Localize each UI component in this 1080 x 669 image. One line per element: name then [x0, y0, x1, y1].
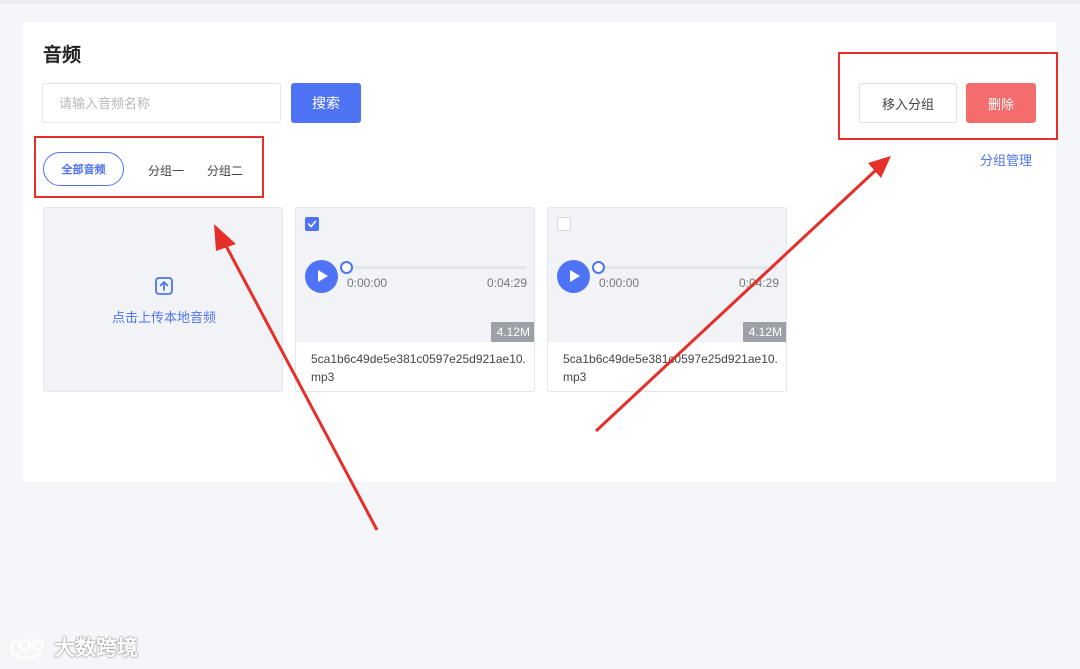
progress-knob[interactable] [592, 261, 605, 274]
top-bar [0, 0, 1080, 4]
tab-group-two[interactable]: 分组二 [207, 162, 243, 179]
file-name: 5ca1b6c49de5e381c0597e25d921ae10.mp3 [563, 352, 778, 384]
check-icon [307, 220, 317, 228]
audio-card[interactable]: 0:00:00 0:04:29 4.12M 5ca1b6c49de5e381c0… [547, 207, 787, 392]
progress-track[interactable] [346, 266, 526, 269]
tab-all-audio[interactable]: 全部音频 [43, 152, 124, 186]
upload-label: 点击上传本地音频 [111, 310, 216, 325]
current-time: 0:00:00 [347, 276, 388, 290]
current-time: 0:00:00 [599, 276, 640, 290]
group-manage-link[interactable]: 分组管理 [980, 150, 1032, 169]
file-name: 5ca1b6c49de5e381c0597e25d921ae10.mp3 [311, 352, 526, 384]
audio-card[interactable]: 0:00:00 0:04:29 4.12M 5ca1b6c49de5e381c0… [295, 207, 535, 392]
search-button[interactable]: 搜索 [291, 83, 361, 123]
audio-checkbox[interactable] [557, 217, 571, 231]
upload-icon [155, 277, 173, 295]
duration: 0:04:29 [738, 276, 779, 290]
play-button[interactable] [305, 260, 338, 293]
progress-track[interactable] [598, 266, 778, 269]
page-title: 音频 [43, 45, 82, 66]
play-button[interactable] [557, 260, 590, 293]
upload-card[interactable]: 点击上传本地音频 [43, 207, 283, 392]
watermark: 大数跨境 [8, 632, 138, 662]
audio-player: 0:00:00 0:04:29 4.12M [296, 208, 534, 342]
tab-group-one[interactable]: 分组一 [148, 162, 184, 179]
watermark-logo-icon [10, 638, 45, 660]
file-size-badge: 4.12M [490, 322, 534, 342]
file-size-badge: 4.12M [742, 322, 786, 342]
audio-checkbox[interactable] [305, 217, 319, 231]
search-input[interactable] [42, 83, 281, 123]
audio-player: 0:00:00 0:04:29 4.12M [548, 208, 786, 342]
watermark-text: 大数跨境 [54, 637, 138, 660]
progress-knob[interactable] [340, 261, 353, 274]
delete-button[interactable]: 删除 [966, 83, 1036, 123]
move-to-group-button[interactable]: 移入分组 [859, 83, 957, 123]
duration: 0:04:29 [486, 276, 527, 290]
